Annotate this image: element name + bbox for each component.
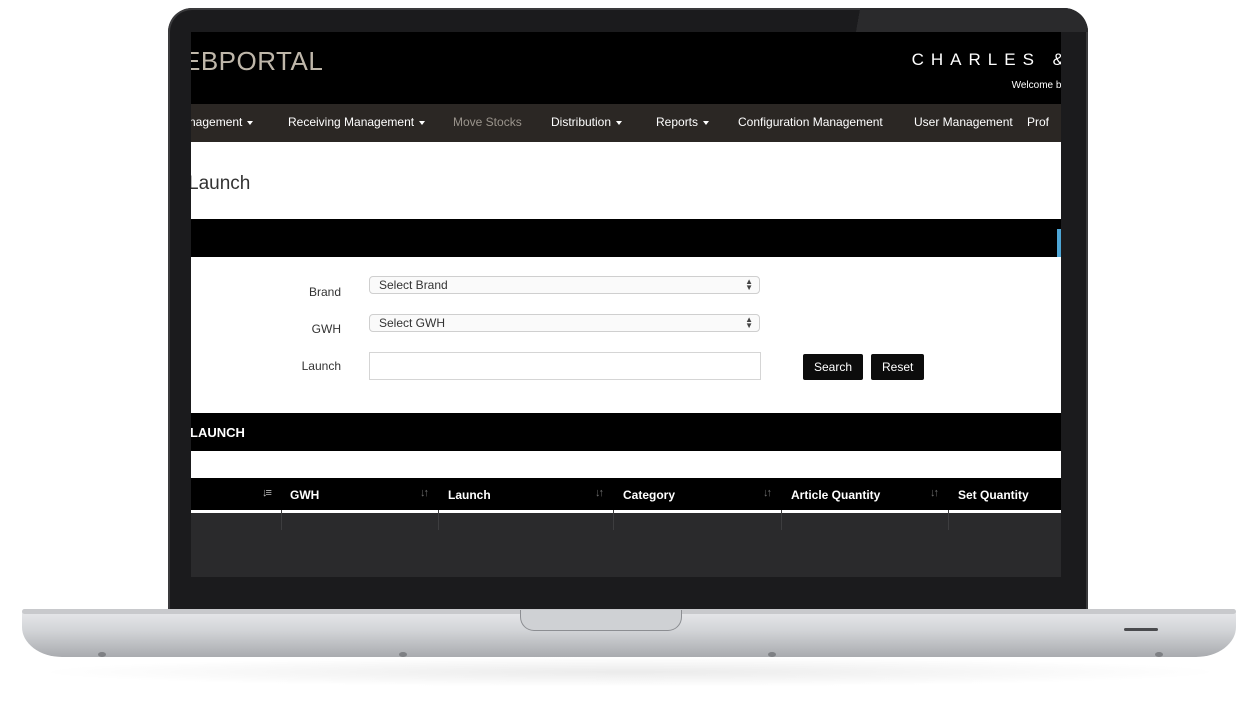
laptop-shadow [30,657,1230,687]
caret-down-icon [703,120,710,125]
laptop-side-slot [1124,628,1158,631]
results-section-header: LAUNCH [191,413,1061,451]
column-header-gwh[interactable]: GWH [290,488,319,502]
laptop-foot [399,652,407,657]
gwh-label: GWH [311,322,341,336]
page-title: Launch [191,173,251,194]
table-header: ↓≡ GWH ↓↑ Launch ↓↑ Category ↓↑ Article … [191,478,1061,510]
nav-item-label: Reports [656,115,699,129]
nav-item-label: Prof [1027,115,1050,129]
nav-item-receiving-management[interactable]: Receiving Management [288,115,426,129]
nav-item-label: nagement [191,115,243,129]
nav-item-reports[interactable]: Reports [656,115,710,129]
laptop-foot [768,652,776,657]
section-title: LAUNCH [191,425,245,440]
welcome-text: Welcome ba [1011,80,1061,91]
nav-item-configuration-management[interactable]: Configuration Management [738,115,883,129]
nav-item-label: Distribution [551,115,612,129]
launch-input[interactable] [369,352,761,380]
brand-select[interactable]: Select Brand ▲ ▼ [369,276,760,294]
gwh-select[interactable]: Select GWH ▲ ▼ [369,314,760,332]
nav-item-label: Configuration Management [738,115,883,129]
column-header-category[interactable]: Category [623,488,675,502]
nav-item-label: User Management [914,115,1013,129]
brand-select-value: Select Brand [379,278,448,292]
table-body-empty [191,513,1061,577]
updown-arrows-icon: ▲ ▼ [745,277,753,292]
column-separator [613,510,614,530]
laptop-foot [98,652,106,657]
lid-glare [840,8,1088,32]
reset-button[interactable]: Reset [871,354,925,380]
column-separator [948,510,949,530]
portal-title[interactable]: EBPORTAL [191,46,323,77]
caret-down-icon [616,120,623,125]
side-tab-indicator[interactable] [1057,229,1061,257]
column-separator [438,510,439,530]
column-header-set-quantity[interactable]: Set Quantity [958,488,1029,502]
column-header-launch[interactable]: Launch [448,488,491,502]
sort-icon[interactable]: ↓↑ [595,487,604,499]
sort-icon[interactable]: ↓↑ [930,487,939,499]
column-separator [281,510,282,530]
nav-item-label: Receiving Management [288,115,415,129]
nav-item-user-management[interactable]: User Management [914,115,1013,129]
brand-label: Brand [308,285,341,299]
column-header-article-quantity[interactable]: Article Quantity [791,488,880,502]
main-nav: nagement Receiving Management Move Stock… [191,104,1061,142]
nav-item-profile[interactable]: Prof [1027,115,1049,129]
column-separator [781,510,782,530]
laptop-foot [1155,652,1163,657]
launch-label: Launch [301,359,341,373]
filter-panel-header [191,219,1061,257]
brand-header: EBPORTAL CHARLES & Welcome ba [191,32,1061,104]
search-button[interactable]: Search [803,354,864,380]
caret-down-icon [247,120,254,125]
nav-item-move-stocks[interactable]: Move Stocks [453,115,522,129]
sort-icon[interactable]: ↓↑ [420,487,429,499]
caret-down-icon [419,120,426,125]
nav-item-distribution[interactable]: Distribution [551,115,623,129]
laptop-screen: EBPORTAL CHARLES & Welcome ba nagement R… [191,32,1061,577]
company-logo-text: CHARLES & [911,50,1061,69]
gwh-select-value: Select GWH [379,316,446,330]
laptop-open-notch [520,610,682,631]
nav-item-management[interactable]: nagement [191,115,254,129]
updown-arrows-icon: ▲ ▼ [745,315,753,330]
nav-item-label: Move Stocks [453,115,522,129]
sort-icon[interactable]: ↓↑ [763,487,772,499]
sort-amount-down-icon[interactable]: ↓≡ [262,487,272,499]
